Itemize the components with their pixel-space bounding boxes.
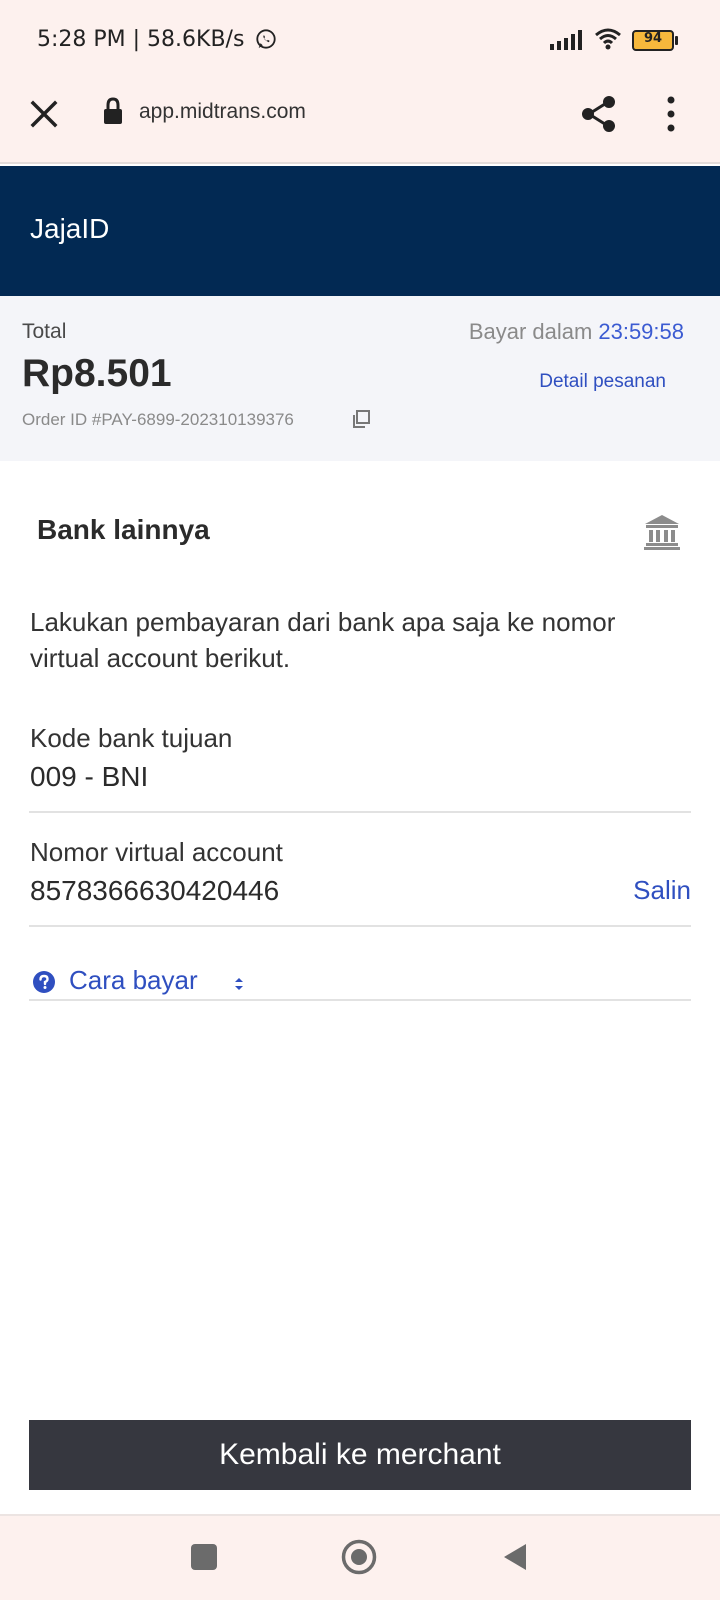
merchant-header: JajaID (0, 166, 720, 296)
recents-icon[interactable] (191, 1544, 217, 1570)
browser-toolbar: app.midtrans.com (0, 80, 720, 164)
divider (29, 999, 691, 1001)
order-detail-link[interactable]: Detail pesanan (539, 371, 666, 393)
share-icon[interactable] (580, 94, 618, 134)
countdown-timer: 23:59:58 (598, 319, 684, 344)
navigation-bar (0, 1514, 720, 1600)
home-icon[interactable] (341, 1539, 377, 1575)
status-time-speed: 5:28 PM | 58.6KB/s (37, 27, 245, 52)
payment-countdown: Bayar dalam 23:59:58 (469, 319, 684, 345)
payment-method-title: Bank lainnya (37, 514, 210, 545)
va-number-value: 8578366630420446 (30, 875, 280, 906)
battery-icon: 94 (632, 30, 678, 51)
sort-icon[interactable] (233, 976, 245, 992)
bank-code-value: 009 - BNI (30, 761, 149, 792)
bank-icon (644, 515, 680, 550)
order-summary: Total Rp8.501 Order ID #PAY-6899-2023101… (0, 296, 720, 461)
status-bar: 5:28 PM | 58.6KB/s 94 (0, 0, 720, 80)
pay-within-label: Bayar dalam (468, 319, 593, 344)
close-icon[interactable] (27, 97, 61, 131)
order-id: Order ID #PAY-6899-202310139376 (22, 410, 294, 429)
va-number-label: Nomor virtual account (30, 837, 283, 867)
divider (29, 925, 691, 927)
back-to-merchant-button[interactable]: Kembali ke merchant (29, 1420, 691, 1490)
help-icon[interactable] (33, 971, 55, 993)
battery-level: 94 (643, 31, 663, 46)
divider (29, 811, 691, 813)
signal-icon (550, 30, 582, 50)
more-vert-icon[interactable] (664, 94, 678, 134)
how-to-pay-toggle[interactable]: Cara bayar (69, 965, 198, 996)
wifi-icon (595, 28, 621, 50)
merchant-name: JajaID (30, 213, 110, 244)
lock-icon (104, 97, 122, 124)
copy-va-button[interactable]: Salin (633, 875, 691, 906)
url-text[interactable]: app.midtrans.com (139, 100, 306, 124)
payment-instruction: Lakukan pembayaran dari bank apa saja ke… (30, 607, 616, 673)
copy-icon[interactable] (352, 410, 370, 428)
total-amount: Rp8.501 (22, 352, 172, 395)
back-icon[interactable] (502, 1542, 528, 1572)
whatsapp-icon (256, 29, 276, 49)
total-label: Total (22, 320, 67, 343)
bank-code-label: Kode bank tujuan (30, 723, 233, 753)
